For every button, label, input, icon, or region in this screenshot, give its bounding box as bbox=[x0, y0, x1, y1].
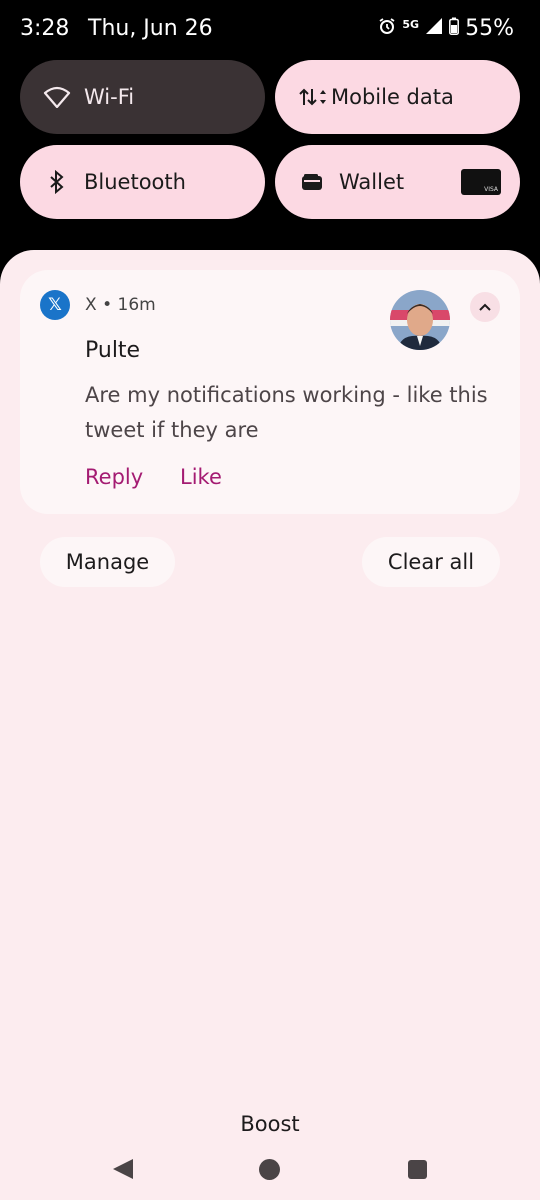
status-bar: 3:28 Thu, Jun 26 5G 55% bbox=[0, 0, 540, 62]
reply-action[interactable]: Reply bbox=[85, 465, 143, 489]
network-type: 5G bbox=[402, 18, 420, 31]
tile-label: Bluetooth bbox=[84, 170, 186, 194]
tile-wallet[interactable]: Wallet VISA bbox=[275, 145, 520, 219]
tile-wifi[interactable]: Wi-Fi bbox=[20, 60, 265, 134]
alarm-icon bbox=[378, 16, 396, 41]
carrier-label: Boost bbox=[240, 1112, 300, 1136]
separator-dot: • bbox=[102, 295, 118, 315]
like-action[interactable]: Like bbox=[180, 465, 222, 489]
notification-card[interactable]: 𝕏 X • 16m Pulte Are my notifications wor… bbox=[20, 270, 520, 514]
tile-mobile-data[interactable]: Mobile data bbox=[275, 60, 520, 134]
collapse-button[interactable] bbox=[470, 292, 500, 322]
back-icon[interactable] bbox=[113, 1159, 133, 1179]
status-icons: 5G 55% bbox=[378, 16, 514, 41]
signal-icon bbox=[425, 16, 443, 41]
battery-percent: 55% bbox=[465, 16, 514, 41]
wallet-card-thumbnail: VISA bbox=[461, 169, 501, 195]
x-logo-icon: 𝕏 bbox=[40, 290, 70, 320]
clear-all-button[interactable]: Clear all bbox=[362, 537, 500, 587]
app-name: X bbox=[85, 295, 97, 315]
recents-icon[interactable] bbox=[408, 1160, 427, 1179]
chevron-up-icon bbox=[479, 303, 491, 311]
manage-button[interactable]: Manage bbox=[40, 537, 175, 587]
mobile-data-icon bbox=[297, 82, 327, 112]
tile-label: Mobile data bbox=[331, 85, 454, 109]
tile-label: Wi-Fi bbox=[84, 85, 135, 109]
notification-header: X • 16m bbox=[85, 295, 156, 315]
notification-shade: 𝕏 X • 16m Pulte Are my notifications wor… bbox=[0, 250, 540, 1200]
time-ago: 16m bbox=[117, 295, 156, 315]
tile-bluetooth[interactable]: Bluetooth bbox=[20, 145, 265, 219]
notification-title: Pulte bbox=[85, 338, 141, 363]
status-date: Thu, Jun 26 bbox=[88, 16, 213, 41]
navigation-bar bbox=[0, 1150, 540, 1190]
tile-label: Wallet bbox=[339, 170, 405, 194]
notification-body: Are my notifications working - like this… bbox=[85, 383, 488, 442]
battery-icon bbox=[449, 16, 460, 41]
home-icon[interactable] bbox=[259, 1159, 280, 1180]
bluetooth-icon bbox=[42, 167, 72, 197]
wifi-icon bbox=[42, 82, 72, 112]
avatar bbox=[390, 290, 450, 350]
wallet-icon bbox=[297, 167, 327, 197]
status-time: 3:28 bbox=[20, 16, 70, 41]
